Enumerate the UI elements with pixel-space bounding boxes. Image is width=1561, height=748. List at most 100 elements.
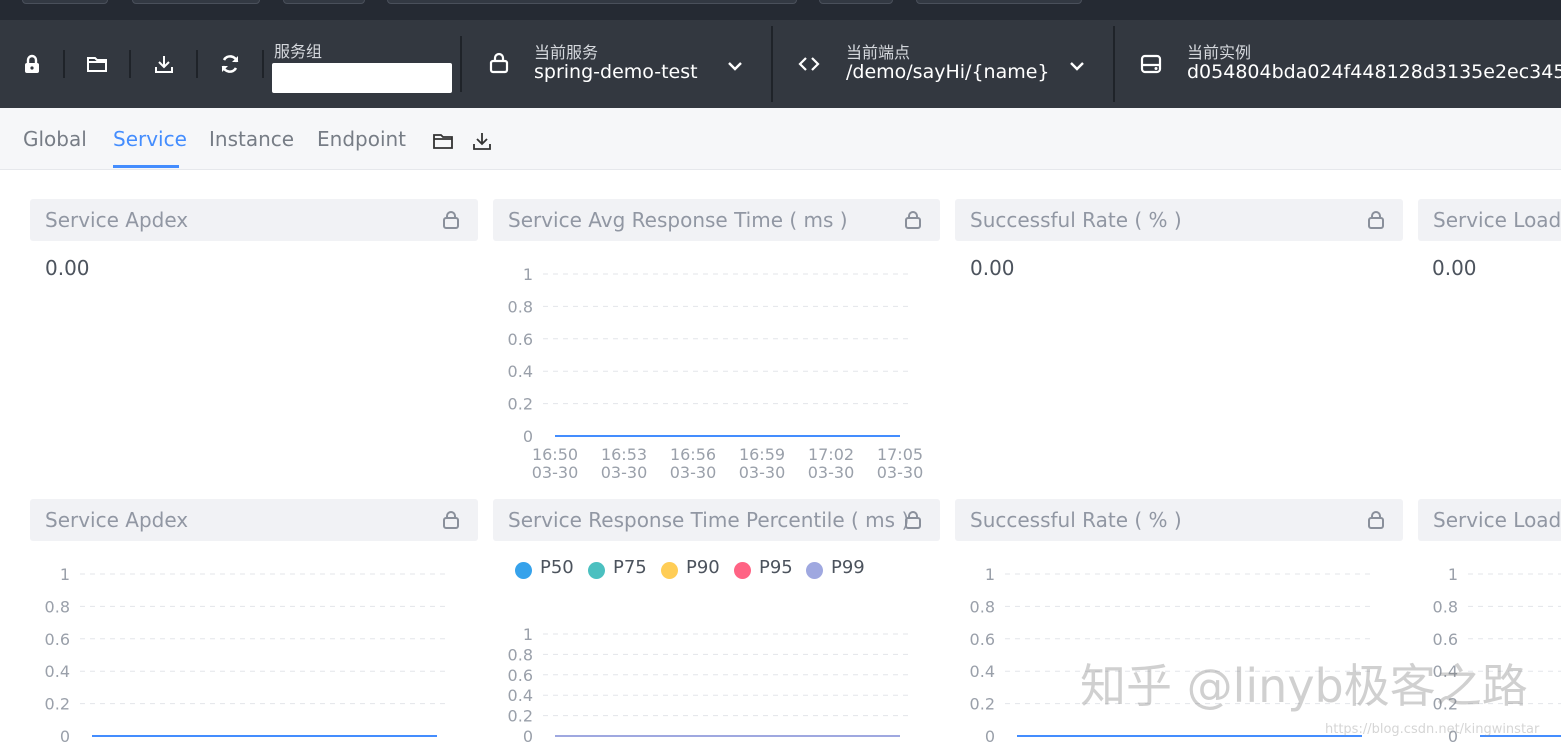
y-tick-label: 0.2	[508, 707, 533, 726]
service-apdex-value: 0.00	[45, 256, 90, 280]
tab-endpoint[interactable]: Endpoint	[317, 127, 406, 151]
download-icon[interactable]	[471, 130, 493, 152]
legend-dot	[588, 562, 605, 579]
refresh-icon[interactable]	[219, 53, 241, 75]
lock-icon[interactable]	[904, 210, 922, 230]
card-header-response-time-percentile: Service Response Time Percentile ( ms )	[493, 499, 940, 541]
card-header-service-apdex: Service Apdex	[30, 199, 478, 241]
lock-icon[interactable]	[1367, 510, 1385, 530]
browser-tab-strip	[0, 0, 1561, 20]
y-tick-label: 0.4	[970, 662, 995, 681]
lock-icon[interactable]	[442, 510, 460, 530]
browser-tab[interactable]	[387, 0, 797, 4]
y-tick-label: 0.6	[45, 630, 70, 649]
folder-icon[interactable]	[432, 130, 454, 152]
legend-label: P75	[613, 557, 647, 578]
avg-response-time-chart: 00.20.40.60.8116:5003-3016:5303-3016:560…	[508, 265, 924, 482]
dashboard-tabs: Global Service Instance Endpoint	[0, 108, 1561, 170]
chevron-down-icon	[1070, 62, 1084, 71]
card-title: Service Response Time Percentile ( ms )	[508, 508, 910, 532]
legend-dot	[515, 562, 532, 579]
y-tick-label: 0.6	[508, 666, 533, 685]
toolbar-divider	[129, 50, 131, 78]
tab-service[interactable]: Service	[113, 127, 187, 151]
folder-icon[interactable]	[86, 53, 108, 75]
dashboard-toolbar: 服务组 当前服务 spring-demo-test 当前端点 /demo/say…	[0, 20, 1561, 108]
y-tick-label: 1	[985, 565, 995, 584]
legend-label: P99	[831, 557, 865, 578]
x-tick-label: 03-30	[532, 463, 579, 482]
y-tick-label: 0.4	[508, 362, 533, 381]
x-tick-label: 03-30	[601, 463, 648, 482]
lock-icon[interactable]	[904, 510, 922, 530]
server-icon	[1140, 53, 1162, 75]
card-title: Service Load (	[1433, 508, 1561, 532]
y-tick-label: 0.8	[970, 597, 995, 616]
x-tick-label: 03-30	[808, 463, 855, 482]
toolbar-divider	[771, 26, 773, 102]
watermark: 知乎 @linyb极客之路	[1080, 659, 1528, 713]
tab-global[interactable]: Global	[23, 127, 87, 151]
y-tick-label: 0.8	[45, 597, 70, 616]
successful-rate-value: 0.00	[970, 256, 1015, 280]
legend-dot	[806, 562, 823, 579]
y-tick-label: 0.6	[508, 330, 533, 349]
y-tick-label: 0.8	[508, 297, 533, 316]
y-tick-label: 0.2	[508, 395, 533, 414]
browser-tab[interactable]	[916, 0, 1082, 4]
legend-label: P95	[759, 557, 793, 578]
watermark-url: https://blog.csdn.net/kingwinstar	[1325, 722, 1540, 737]
toolbar-divider	[1113, 26, 1115, 102]
code-icon	[798, 53, 820, 75]
y-tick-label: 0	[60, 727, 70, 746]
legend-dot	[734, 562, 751, 579]
x-tick-label: 03-30	[739, 463, 786, 482]
card-header-successful-rate: Successful Rate ( % )	[955, 199, 1403, 241]
browser-tab[interactable]	[22, 0, 108, 4]
browser-tab[interactable]	[283, 0, 365, 4]
x-tick-label: 16:59	[739, 445, 785, 464]
current-endpoint-label: 当前端点	[846, 43, 911, 62]
card-title: Service Load (	[1433, 208, 1561, 232]
y-tick-label: 0	[985, 727, 995, 746]
y-tick-label: 1	[523, 265, 533, 284]
card-header-avg-response-time: Service Avg Response Time ( ms )	[493, 199, 940, 241]
card-header-service-apdex: Service Apdex	[30, 499, 478, 541]
legend-dot	[661, 562, 678, 579]
card-title: Successful Rate ( % )	[970, 208, 1182, 232]
x-tick-label: 03-30	[877, 463, 924, 482]
card-header-service-load: Service Load (	[1418, 199, 1561, 241]
y-tick-label: 0.8	[1433, 597, 1458, 616]
toolbar-divider	[196, 50, 198, 78]
service-load-value: 0.00	[1432, 256, 1477, 280]
card-header-successful-rate: Successful Rate ( % )	[955, 499, 1403, 541]
y-tick-label: 0	[523, 427, 533, 446]
apdex-chart: 0 0.2 0.4 0.6 0.8 1	[45, 565, 447, 746]
lock-icon	[488, 52, 510, 74]
card-header-service-load: Service Load (	[1418, 499, 1561, 541]
lock-icon[interactable]	[21, 53, 43, 75]
y-tick-label: 0	[523, 727, 533, 746]
y-tick-label: 0.6	[1433, 630, 1458, 649]
current-instance-value: d054804bda024f448128d3135e2ec345@	[1187, 61, 1561, 83]
card-title: Service Apdex	[45, 208, 189, 232]
service-group-input[interactable]	[272, 63, 452, 93]
active-tab-indicator	[113, 165, 179, 168]
y-tick-label: 0.2	[970, 695, 995, 714]
x-tick-label: 16:53	[601, 445, 647, 464]
tab-instance[interactable]: Instance	[209, 127, 294, 151]
download-icon[interactable]	[153, 53, 175, 75]
legend-label: P50	[540, 557, 574, 578]
lock-icon[interactable]	[1367, 210, 1385, 230]
lock-icon[interactable]	[442, 210, 460, 230]
chevron-down-icon	[728, 62, 742, 71]
legend-label: P90	[686, 557, 720, 578]
card-title: Service Apdex	[45, 508, 189, 532]
y-tick-label: 0.2	[45, 695, 70, 714]
y-tick-label: 1	[1448, 565, 1458, 584]
browser-tab[interactable]	[819, 0, 893, 4]
toolbar-divider	[460, 36, 462, 92]
current-service-value: spring-demo-test	[534, 61, 698, 83]
browser-tab[interactable]	[132, 0, 260, 4]
x-tick-label: 17:05	[877, 445, 923, 464]
